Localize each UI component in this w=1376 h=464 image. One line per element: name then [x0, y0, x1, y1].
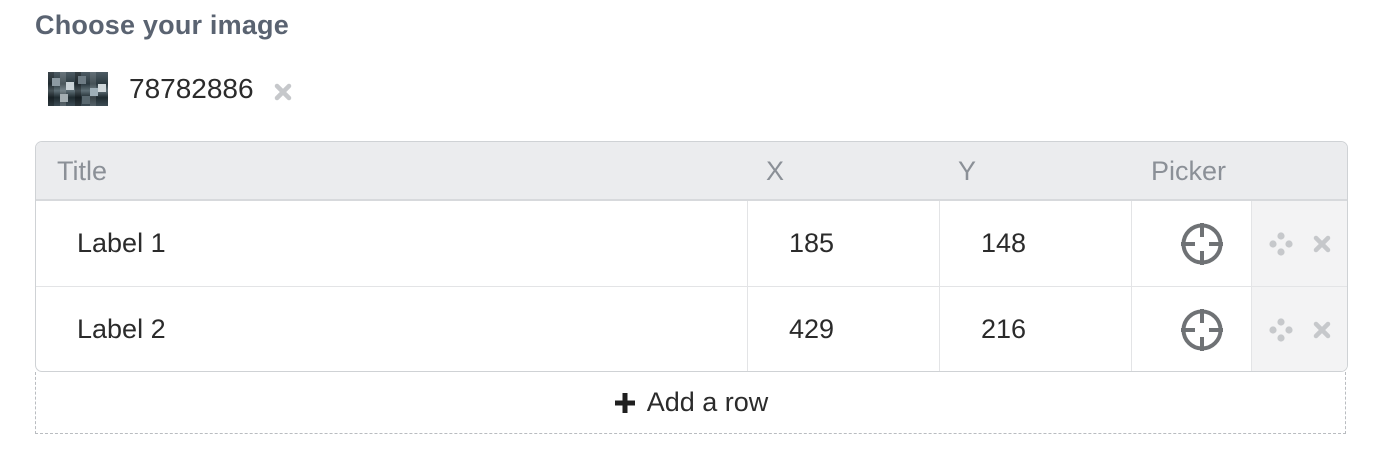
drag-handle-icon: [1268, 317, 1293, 342]
column-header-x: X: [766, 156, 785, 186]
x-cell[interactable]: 429: [747, 287, 939, 371]
table-header: Title X Y Picker: [36, 142, 1347, 201]
selected-image: 78782886: [48, 70, 294, 108]
column-header-y: Y: [958, 156, 977, 186]
picker-cell: [1131, 201, 1251, 286]
title-cell[interactable]: Label 2: [36, 287, 747, 371]
row-actions: [1251, 287, 1347, 371]
picker-cell: [1131, 287, 1251, 371]
y-cell[interactable]: 148: [939, 201, 1131, 286]
picker-button[interactable]: [1179, 221, 1225, 267]
picker-button[interactable]: [1179, 307, 1225, 353]
image-thumbnail[interactable]: [48, 72, 108, 106]
delete-row-button[interactable]: [1312, 234, 1332, 254]
close-icon: [1313, 235, 1330, 252]
image-coordinates-editor: Choose your image 78782886 Title X Y Pic…: [0, 0, 1376, 464]
close-icon: [1313, 321, 1330, 338]
image-id: 78782886: [129, 73, 254, 104]
y-cell[interactable]: 216: [939, 287, 1131, 371]
delete-row-button[interactable]: [1312, 320, 1332, 340]
add-row-label: Add a row: [646, 387, 769, 417]
plus-icon: [613, 391, 637, 415]
drag-handle[interactable]: [1268, 317, 1294, 343]
table-row: Label 1 185 148: [36, 201, 1347, 287]
row-actions: [1251, 201, 1347, 286]
close-icon: [274, 83, 291, 101]
drag-handle[interactable]: [1268, 231, 1294, 257]
crosshair-icon: [1180, 308, 1223, 351]
labels-table: Title X Y Picker Label 1 185 148 Label 2…: [35, 141, 1348, 372]
table-row: Label 2 429 216: [36, 287, 1347, 371]
x-cell[interactable]: 185: [747, 201, 939, 286]
section-heading: Choose your image: [35, 10, 289, 40]
title-cell[interactable]: Label 1: [36, 201, 747, 286]
remove-image-button[interactable]: [272, 81, 294, 103]
drag-handle-icon: [1268, 231, 1293, 256]
column-header-title: Title: [57, 156, 108, 186]
crosshair-icon: [1180, 222, 1223, 265]
column-header-picker: Picker: [1151, 156, 1227, 186]
add-row-button[interactable]: Add a row: [35, 372, 1346, 434]
